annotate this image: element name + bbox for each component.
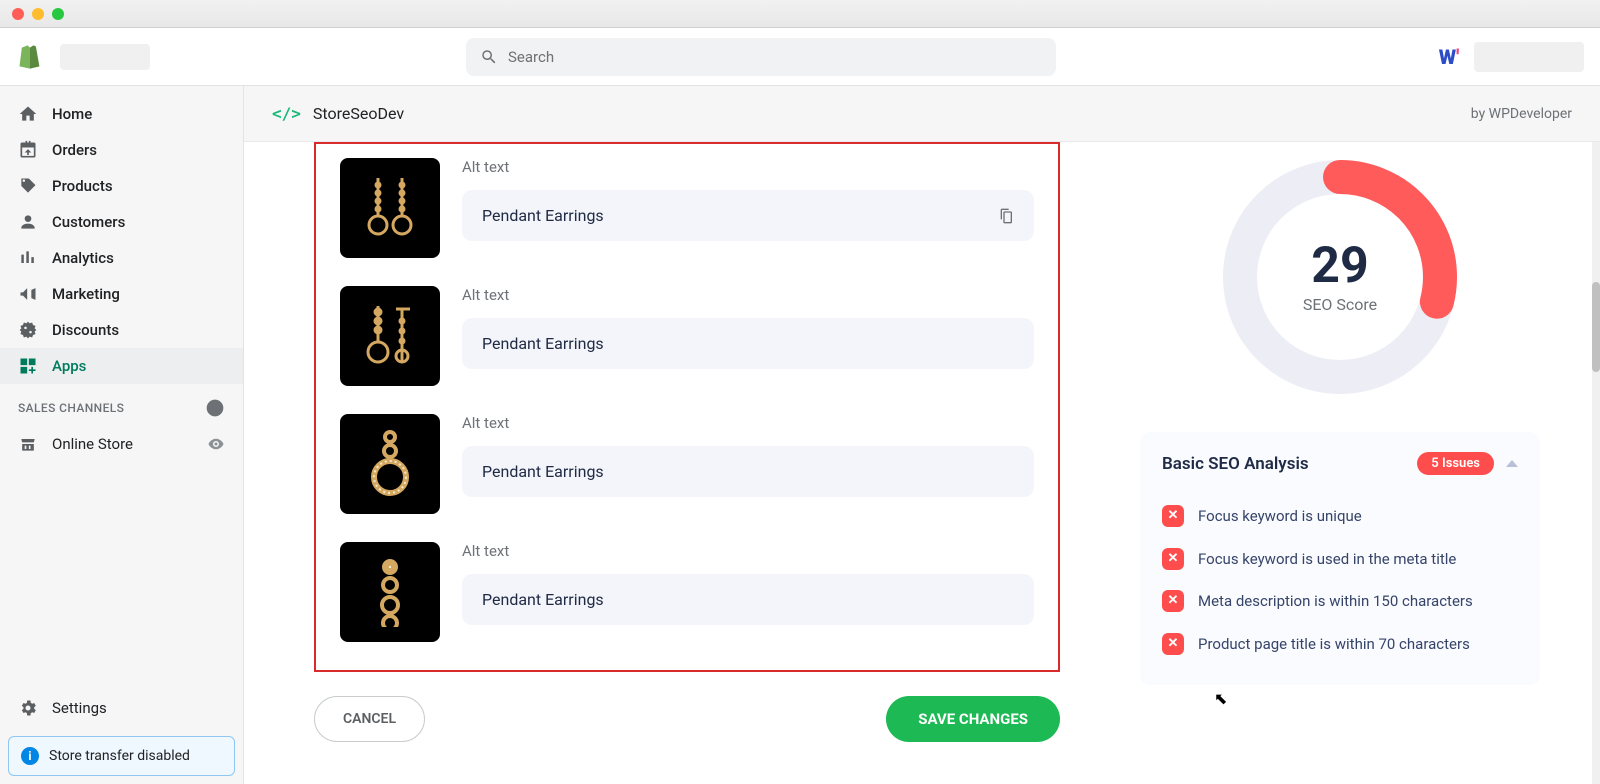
alt-text-input[interactable]: Pendant Earrings xyxy=(462,446,1034,497)
issue-text: Focus keyword is unique xyxy=(1198,505,1362,528)
fail-icon: ✕ xyxy=(1162,590,1184,612)
save-changes-button[interactable]: SAVE CHANGES xyxy=(886,696,1060,742)
seo-issue: ✕ Focus keyword is unique xyxy=(1162,495,1518,538)
sidebar-item-label: Analytics xyxy=(52,249,114,267)
search-icon xyxy=(480,48,498,66)
fail-icon: ✕ xyxy=(1162,548,1184,570)
issue-text: Focus keyword is used in the meta title xyxy=(1198,548,1456,571)
sidebar-item-label: Customers xyxy=(52,213,125,231)
mac-titlebar xyxy=(0,0,1600,28)
sidebar-item-label: Home xyxy=(52,105,92,123)
scrollbar[interactable] xyxy=(1592,142,1600,784)
orders-icon xyxy=(18,140,38,160)
banner-text: Store transfer disabled xyxy=(49,748,190,764)
gear-icon xyxy=(18,698,38,718)
alt-text-value: Pendant Earrings xyxy=(482,590,604,609)
sales-channels-section: SALES CHANNELS xyxy=(0,384,243,426)
alt-text-value: Pendant Earrings xyxy=(482,462,604,481)
issue-text: Product page title is within 70 characte… xyxy=(1198,633,1470,656)
alt-text-value: Pendant Earrings xyxy=(482,334,604,353)
sidebar-item-customers[interactable]: Customers xyxy=(0,204,243,240)
profile-placeholder xyxy=(1474,42,1584,72)
panel-title: Basic SEO Analysis xyxy=(1162,454,1309,474)
cancel-button[interactable]: CANCEL xyxy=(314,696,425,742)
discount-icon xyxy=(18,320,38,340)
sidebar-item-apps[interactable]: Apps xyxy=(0,348,243,384)
fail-icon: ✕ xyxy=(1162,505,1184,527)
fail-icon: ✕ xyxy=(1162,633,1184,655)
person-icon xyxy=(18,212,38,232)
alt-text-label: Alt text xyxy=(462,286,1034,304)
scrollbar-thumb[interactable] xyxy=(1592,282,1600,372)
seo-issue: ✕ Focus keyword is used in the meta title xyxy=(1162,538,1518,581)
alt-text-input[interactable]: Pendant Earrings xyxy=(462,574,1034,625)
home-icon xyxy=(18,104,38,124)
product-thumbnail[interactable] xyxy=(340,158,440,258)
sidebar-item-online-store[interactable]: Online Store xyxy=(0,426,243,462)
alt-text-row: Alt text Pendant Earrings xyxy=(340,528,1034,656)
clipboard-icon[interactable] xyxy=(998,207,1014,225)
seo-issue: ✕ Meta description is within 150 characte… xyxy=(1162,580,1518,623)
alt-text-row: Alt text Pendant Earrings xyxy=(340,144,1034,272)
issue-text: Meta description is within 150 character… xyxy=(1198,590,1473,613)
bars-icon xyxy=(18,248,38,268)
seo-issue: ✕ Product page title is within 70 charact… xyxy=(1162,623,1518,666)
sidebar-item-label: Discounts xyxy=(52,321,119,339)
eye-icon[interactable] xyxy=(207,435,225,453)
sidebar-item-label: Settings xyxy=(52,699,107,717)
store-transfer-banner: i Store transfer disabled xyxy=(8,736,235,776)
alt-text-label: Alt text xyxy=(462,414,1034,432)
zoom-window-icon[interactable] xyxy=(52,8,64,20)
wp-logo-icon[interactable]: W' xyxy=(1434,42,1464,72)
sidebar-item-settings[interactable]: Settings xyxy=(0,688,243,728)
close-window-icon[interactable] xyxy=(12,8,24,20)
search-placeholder: Search xyxy=(508,48,554,66)
product-thumbnail[interactable] xyxy=(340,286,440,386)
search-input[interactable]: Search xyxy=(466,38,1056,76)
info-icon: i xyxy=(21,747,39,765)
alt-text-input[interactable]: Pendant Earrings xyxy=(462,318,1034,369)
alt-text-highlight-box: Alt text Pendant Earrings Alt tex xyxy=(314,142,1060,672)
apps-icon xyxy=(18,356,38,376)
section-label: SALES CHANNELS xyxy=(18,401,124,415)
seo-analysis-panel: Basic SEO Analysis 5 Issues ✕ Focus keywo… xyxy=(1140,432,1540,685)
sidebar-item-orders[interactable]: Orders xyxy=(0,132,243,168)
sidebar-item-marketing[interactable]: Marketing xyxy=(0,276,243,312)
alt-text-value: Pendant Earrings xyxy=(482,206,604,225)
seo-score-gauge: 29 SEO Score xyxy=(1215,152,1465,402)
app-header: </> StoreSeoDev by WPDeveloper xyxy=(244,86,1600,142)
sidebar-item-home[interactable]: Home xyxy=(0,96,243,132)
sidebar: Home Orders Products Customers Analytics… xyxy=(0,86,244,784)
alt-text-label: Alt text xyxy=(462,542,1034,560)
alt-text-input[interactable]: Pendant Earrings xyxy=(462,190,1034,241)
store-name-placeholder xyxy=(60,44,150,70)
shopify-logo-icon xyxy=(16,43,44,71)
sidebar-item-discounts[interactable]: Discounts xyxy=(0,312,243,348)
collapse-icon[interactable] xyxy=(1506,460,1518,467)
sidebar-item-label: Online Store xyxy=(52,435,133,453)
sidebar-item-analytics[interactable]: Analytics xyxy=(0,240,243,276)
tag-icon xyxy=(18,176,38,196)
code-icon: </> xyxy=(272,104,301,123)
sidebar-item-label: Products xyxy=(52,177,113,195)
minimize-window-icon[interactable] xyxy=(32,8,44,20)
issues-badge: 5 Issues xyxy=(1417,452,1494,475)
alt-text-row: Alt text Pendant Earrings xyxy=(340,400,1034,528)
topbar: Search W' xyxy=(0,28,1600,86)
megaphone-icon xyxy=(18,284,38,304)
sidebar-item-label: Marketing xyxy=(52,285,120,303)
alt-text-label: Alt text xyxy=(462,158,1034,176)
product-thumbnail[interactable] xyxy=(340,414,440,514)
app-vendor: by WPDeveloper xyxy=(1471,106,1572,122)
sidebar-item-label: Apps xyxy=(52,357,86,375)
product-thumbnail[interactable] xyxy=(340,542,440,642)
store-icon xyxy=(18,434,38,454)
app-name: StoreSeoDev xyxy=(313,104,404,123)
sidebar-item-label: Orders xyxy=(52,141,97,159)
sidebar-item-products[interactable]: Products xyxy=(0,168,243,204)
add-channel-icon[interactable] xyxy=(205,398,225,418)
alt-text-row: Alt text Pendant Earrings xyxy=(340,272,1034,400)
